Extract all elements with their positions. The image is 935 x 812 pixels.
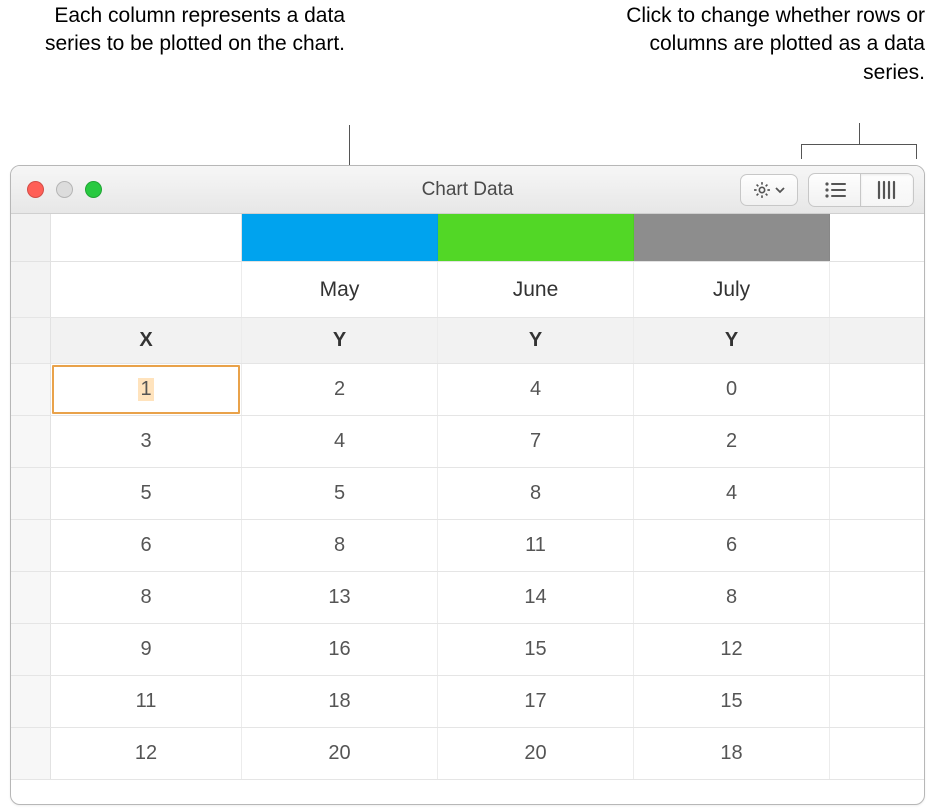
x-column-color-gutter	[51, 214, 242, 261]
data-cell-y[interactable]: 14	[438, 572, 634, 623]
data-cell-x[interactable]: 9	[51, 624, 242, 675]
window-zoom-button[interactable]	[85, 181, 102, 198]
window-traffic-lights	[11, 181, 102, 198]
axis-header-row: X Y Y Y	[11, 318, 924, 364]
axis-header-y[interactable]: Y	[438, 318, 634, 363]
table-row: 68116	[11, 520, 924, 572]
data-cell-y[interactable]: 20	[242, 728, 438, 779]
data-cell-y[interactable]: 4	[438, 364, 634, 415]
data-cell-y[interactable]: 8	[438, 468, 634, 519]
empty-cell	[830, 318, 924, 363]
cell-value: 1	[138, 378, 153, 401]
plot-columns-as-series-button[interactable]	[861, 174, 913, 206]
data-cell-y[interactable]: 12	[634, 624, 830, 675]
table-row: 813148	[11, 572, 924, 624]
data-cell-x[interactable]: 6	[51, 520, 242, 571]
row-number-gutter[interactable]	[11, 624, 51, 675]
row-number-gutter-header	[11, 214, 51, 261]
data-cell-y[interactable]: 6	[634, 520, 830, 571]
series-name-header-row: May June July	[11, 262, 924, 318]
row-number-gutter	[11, 262, 51, 317]
row-number-gutter	[11, 318, 51, 363]
row-number-gutter[interactable]	[11, 572, 51, 623]
empty-cell[interactable]	[830, 520, 924, 571]
data-cell-y[interactable]: 17	[438, 676, 634, 727]
empty-cell[interactable]	[830, 572, 924, 623]
window-titlebar[interactable]: Chart Data	[11, 166, 924, 214]
gear-icon	[752, 180, 772, 200]
data-cell-x[interactable]: 5	[51, 468, 242, 519]
window-close-button[interactable]	[27, 181, 44, 198]
row-number-gutter[interactable]	[11, 364, 51, 415]
data-cell-y[interactable]: 8	[634, 572, 830, 623]
table-row: 12202018	[11, 728, 924, 780]
series-name-cell[interactable]: June	[438, 262, 634, 317]
chart-data-options-button[interactable]	[740, 174, 798, 206]
data-cell-y[interactable]: 11	[438, 520, 634, 571]
axis-header-y[interactable]: Y	[634, 318, 830, 363]
data-cell-y[interactable]: 15	[438, 624, 634, 675]
plot-rows-as-series-button[interactable]	[809, 174, 861, 206]
data-cell-x[interactable]: 12	[51, 728, 242, 779]
data-cell-y[interactable]: 2	[242, 364, 438, 415]
data-cell-y[interactable]: 13	[242, 572, 438, 623]
table-row: 3472	[11, 416, 924, 468]
series-color-strip	[11, 214, 924, 262]
axis-header-y[interactable]: Y	[242, 318, 438, 363]
data-cell-x[interactable]: 11	[51, 676, 242, 727]
data-cell-y[interactable]: 4	[242, 416, 438, 467]
series-name-cell[interactable]: July	[634, 262, 830, 317]
empty-cell[interactable]	[830, 624, 924, 675]
empty-cell	[830, 262, 924, 317]
plot-rows-icon	[823, 181, 847, 199]
empty-cell[interactable]	[830, 364, 924, 415]
data-cell-y[interactable]: 5	[242, 468, 438, 519]
chevron-down-icon	[774, 184, 786, 196]
row-number-gutter[interactable]	[11, 676, 51, 727]
row-number-gutter[interactable]	[11, 728, 51, 779]
data-cell-y[interactable]: 4	[634, 468, 830, 519]
table-row: 9161512	[11, 624, 924, 676]
data-cell-x[interactable]: 3	[51, 416, 242, 467]
data-cell-y[interactable]: 7	[438, 416, 634, 467]
data-cell-y[interactable]: 2	[634, 416, 830, 467]
table-row: 11181715	[11, 676, 924, 728]
chart-data-window: Chart Data	[10, 165, 925, 805]
data-cell-y[interactable]: 20	[438, 728, 634, 779]
series-color-swatch[interactable]	[438, 214, 634, 261]
empty-cell[interactable]	[830, 416, 924, 467]
empty-cell[interactable]	[830, 728, 924, 779]
data-cell-y[interactable]: 15	[634, 676, 830, 727]
data-cell-y[interactable]: 18	[242, 676, 438, 727]
chart-data-sheet: May June July X Y Y Y 124034725584681168…	[11, 214, 924, 780]
table-row: 5584	[11, 468, 924, 520]
data-cell-x[interactable]: 8	[51, 572, 242, 623]
window-minimize-button[interactable]	[56, 181, 73, 198]
plot-columns-icon	[876, 180, 898, 200]
data-cell-x[interactable]: 1	[51, 364, 242, 415]
empty-cell[interactable]	[830, 676, 924, 727]
data-cell-y[interactable]: 8	[242, 520, 438, 571]
data-cell-y[interactable]: 18	[634, 728, 830, 779]
empty-cell[interactable]	[830, 468, 924, 519]
row-number-gutter[interactable]	[11, 468, 51, 519]
axis-header-x[interactable]: X	[51, 318, 242, 363]
row-number-gutter[interactable]	[11, 416, 51, 467]
callout-columns-are-series: Each column represents a data series to …	[0, 2, 345, 59]
data-cell-y[interactable]: 0	[634, 364, 830, 415]
series-name-cell[interactable]: May	[242, 262, 438, 317]
x-series-name-cell[interactable]	[51, 262, 242, 317]
table-row: 1 240	[11, 364, 924, 416]
callout-bracket	[801, 131, 917, 159]
row-number-gutter[interactable]	[11, 520, 51, 571]
series-orientation-segmented-control	[808, 173, 914, 207]
series-color-swatch[interactable]	[242, 214, 438, 261]
data-cell-y[interactable]: 16	[242, 624, 438, 675]
series-color-swatch[interactable]	[634, 214, 830, 261]
callout-toggle-series-orientation: Click to change whether rows or columns …	[605, 2, 925, 87]
